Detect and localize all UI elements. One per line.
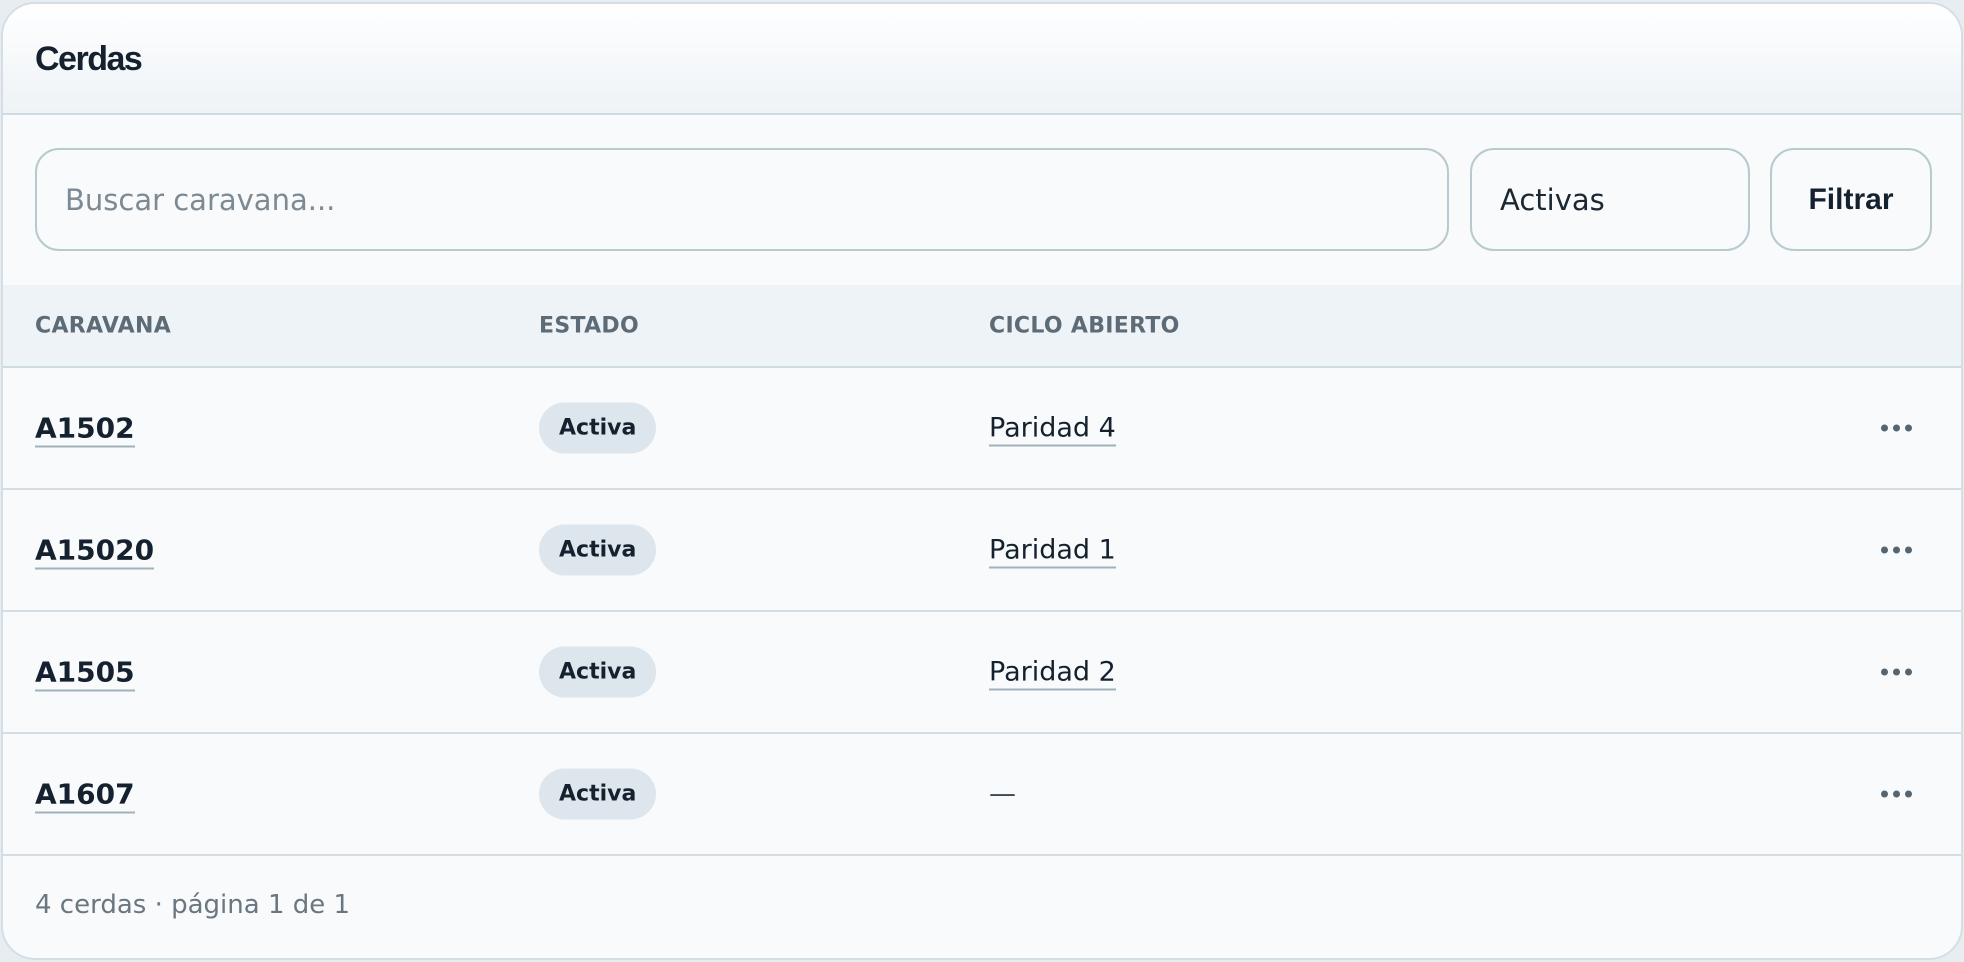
table-row: A1502 Activa Paridad 4 (3, 368, 1961, 490)
status-badge: Activa (539, 402, 657, 454)
caravana-link[interactable]: A15020 (35, 533, 155, 570)
open-cycle-link[interactable]: Paridad 2 (989, 656, 1116, 691)
status-badge: Activa (539, 524, 657, 576)
table-header: CARAVANA ESTADO CICLO ABIERTO (3, 285, 1961, 368)
status-select-value: Activas (1500, 182, 1605, 217)
column-header-estado: ESTADO (539, 313, 639, 338)
table-row: A1607 Activa — (3, 734, 1961, 856)
caravana-link[interactable]: A1505 (35, 655, 135, 692)
pagination-summary: 4 cerdas · página 1 de 1 (35, 890, 351, 920)
table-row: A1505 Activa Paridad 2 (3, 612, 1961, 734)
card-header: Cerdas (3, 4, 1961, 115)
status-select[interactable]: Activas (1470, 148, 1750, 251)
open-cycle-link[interactable]: Paridad 4 (989, 412, 1116, 447)
column-header-ciclo-abierto: CICLO ABIERTO (989, 313, 1180, 338)
search-input[interactable] (35, 148, 1449, 251)
more-horizontal-icon[interactable] (1881, 419, 1912, 438)
status-badge: Activa (539, 768, 657, 820)
open-cycle-link[interactable]: Paridad 1 (989, 534, 1116, 569)
page-title: Cerdas (35, 40, 143, 78)
filter-toolbar: Activas Filtrar (3, 115, 1961, 285)
caravana-link[interactable]: A1502 (35, 411, 135, 448)
sows-card: Cerdas Activas Filtrar CARAVANA ESTADO C… (1, 2, 1963, 960)
filter-button[interactable]: Filtrar (1770, 148, 1932, 251)
caravana-link[interactable]: A1607 (35, 777, 135, 814)
more-horizontal-icon[interactable] (1881, 541, 1912, 560)
status-badge: Activa (539, 646, 657, 698)
more-horizontal-icon[interactable] (1881, 663, 1912, 682)
more-horizontal-icon[interactable] (1881, 785, 1912, 804)
column-header-caravana: CARAVANA (35, 313, 172, 338)
table-row: A15020 Activa Paridad 1 (3, 490, 1961, 612)
open-cycle-empty: — (989, 778, 1016, 810)
